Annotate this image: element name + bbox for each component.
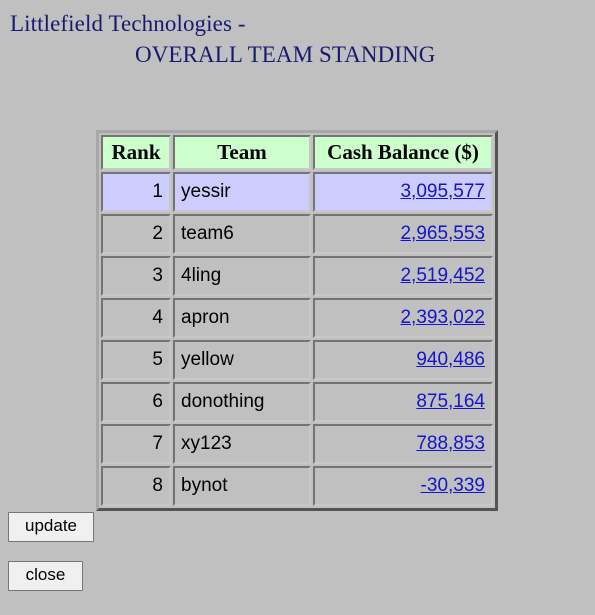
- column-header-team: Team: [173, 135, 311, 170]
- cell-rank: 7: [101, 424, 171, 464]
- page-title: Littlefield Technologies - OVERALL TEAM S…: [0, 0, 595, 70]
- cash-balance-link[interactable]: 940,486: [416, 349, 485, 370]
- cash-balance-link[interactable]: 2,965,553: [400, 223, 485, 244]
- cell-cash-balance: 3,095,577: [313, 172, 493, 212]
- cell-cash-balance: -30,339: [313, 466, 493, 506]
- cell-cash-balance: 940,486: [313, 340, 493, 380]
- cell-rank: 3: [101, 256, 171, 296]
- close-button[interactable]: close: [8, 561, 83, 591]
- cell-team: donothing: [173, 382, 311, 422]
- cell-team: yessir: [173, 172, 311, 212]
- cell-rank: 6: [101, 382, 171, 422]
- cell-team: yellow: [173, 340, 311, 380]
- table-body: 1 yessir 3,095,577 2 team6 2,965,553 3 4…: [101, 172, 493, 506]
- cell-rank: 8: [101, 466, 171, 506]
- table-row: 7 xy123 788,853: [101, 424, 493, 464]
- cell-team: team6: [173, 214, 311, 254]
- cell-rank: 2: [101, 214, 171, 254]
- table-row: 8 bynot -30,339: [101, 466, 493, 506]
- cell-team: apron: [173, 298, 311, 338]
- cell-cash-balance: 2,519,452: [313, 256, 493, 296]
- standings-table: Rank Team Cash Balance ($) 1 yessir 3,09…: [96, 130, 498, 511]
- table-row: 5 yellow 940,486: [101, 340, 493, 380]
- page-title-line2: OVERALL TEAM STANDING: [135, 41, 436, 67]
- page-title-line1: Littlefield Technologies -: [10, 11, 246, 36]
- table-header-row: Rank Team Cash Balance ($): [101, 135, 493, 170]
- column-header-rank: Rank: [101, 135, 171, 170]
- table-header: Rank Team Cash Balance ($): [101, 135, 493, 170]
- cell-rank: 5: [101, 340, 171, 380]
- cell-cash-balance: 2,965,553: [313, 214, 493, 254]
- cell-cash-balance: 875,164: [313, 382, 493, 422]
- cash-balance-link[interactable]: 2,519,452: [400, 265, 485, 286]
- table-row: 6 donothing 875,164: [101, 382, 493, 422]
- button-group: update close: [8, 512, 94, 591]
- table-row: 2 team6 2,965,553: [101, 214, 493, 254]
- cash-balance-link[interactable]: 3,095,577: [400, 181, 485, 202]
- cell-rank: 4: [101, 298, 171, 338]
- cell-team: bynot: [173, 466, 311, 506]
- cell-cash-balance: 2,393,022: [313, 298, 493, 338]
- cash-balance-link[interactable]: 2,393,022: [400, 307, 485, 328]
- update-button[interactable]: update: [8, 512, 94, 542]
- cash-balance-link[interactable]: 788,853: [416, 433, 485, 454]
- cell-cash-balance: 788,853: [313, 424, 493, 464]
- cash-balance-link[interactable]: 875,164: [416, 391, 485, 412]
- cell-team: xy123: [173, 424, 311, 464]
- cell-team: 4ling: [173, 256, 311, 296]
- cash-balance-link[interactable]: -30,339: [421, 475, 485, 496]
- cell-rank: 1: [101, 172, 171, 212]
- column-header-cash-balance: Cash Balance ($): [313, 135, 493, 170]
- table-row: 3 4ling 2,519,452: [101, 256, 493, 296]
- table-row: 1 yessir 3,095,577: [101, 172, 493, 212]
- standings-table-container: Rank Team Cash Balance ($) 1 yessir 3,09…: [96, 130, 498, 511]
- table-row: 4 apron 2,393,022: [101, 298, 493, 338]
